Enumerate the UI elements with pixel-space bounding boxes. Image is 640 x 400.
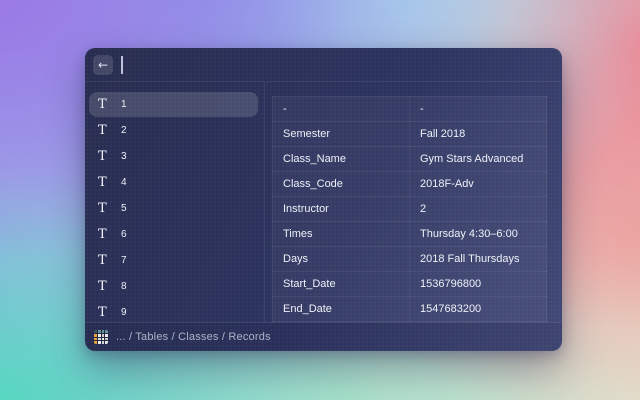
sidebar-item-label: 8 [121, 281, 127, 292]
app-grid-icon[interactable] [94, 330, 108, 344]
sidebar-item-record[interactable]: T 4 [89, 170, 258, 195]
field-name-cell[interactable]: Instructor [273, 197, 410, 222]
table-row: Start_Date 1536796800 [273, 272, 547, 297]
record-table-body: - - Semester Fall 2018 Class_Name Gym St… [273, 97, 547, 322]
table-row: End_Date 1547683200 [273, 297, 547, 322]
text-type-icon: T [98, 124, 114, 137]
text-type-icon: T [98, 280, 114, 293]
sidebar-item-label: 4 [121, 177, 127, 188]
sidebar-item-record[interactable]: T 3 [89, 144, 258, 169]
desktop-background: { "colors": { "window_bg_top": "#282d50"… [0, 0, 640, 400]
field-value-cell[interactable]: Thursday 4:30–6:00 [410, 222, 547, 247]
back-button[interactable]: ← [93, 55, 113, 75]
field-name-cell[interactable]: Times [273, 222, 410, 247]
field-value-cell[interactable]: 1547683200 [410, 297, 547, 322]
sidebar-list: T 1 T 2 T 3 T 4 T 5 T 6 T 7 T 8 T 9 [89, 92, 258, 325]
window-body: T 1 T 2 T 3 T 4 T 5 T 6 T 7 T 8 T 9 - - … [85, 82, 562, 322]
sidebar-item-record[interactable]: T 5 [89, 196, 258, 221]
table-row: Times Thursday 4:30–6:00 [273, 222, 547, 247]
field-value-cell[interactable]: 2 [410, 197, 547, 222]
table-row: - - [273, 97, 547, 122]
sidebar-item-record[interactable]: T 7 [89, 248, 258, 273]
title-input[interactable] [121, 53, 562, 77]
records-sidebar: T 1 T 2 T 3 T 4 T 5 T 6 T 7 T 8 T 9 [85, 82, 265, 322]
text-type-icon: T [98, 228, 114, 241]
field-name-cell[interactable]: Class_Name [273, 147, 410, 172]
sidebar-item-label: 2 [121, 125, 127, 136]
sidebar-item-label: 5 [121, 203, 127, 214]
field-name-cell[interactable]: Class_Code [273, 172, 410, 197]
table-row: Days 2018 Fall Thursdays [273, 247, 547, 272]
app-window: ← T 1 T 2 T 3 T 4 T 5 T 6 T 7 T 8 T 9 [85, 48, 562, 351]
text-cursor [121, 56, 123, 74]
field-value-cell[interactable]: - [410, 97, 547, 122]
window-statusbar: ... / Tables / Classes / Records [85, 322, 562, 351]
window-topbar: ← [85, 48, 562, 82]
field-value-cell[interactable]: Fall 2018 [410, 122, 547, 147]
text-type-icon: T [98, 176, 114, 189]
field-value-cell[interactable]: 2018F-Adv [410, 172, 547, 197]
table-row: Instructor 2 [273, 197, 547, 222]
field-name-cell[interactable]: Semester [273, 122, 410, 147]
sidebar-item-record[interactable]: T 1 [89, 92, 258, 117]
field-value-cell[interactable]: 1536796800 [410, 272, 547, 297]
record-detail-panel: - - Semester Fall 2018 Class_Name Gym St… [265, 82, 562, 322]
field-name-cell[interactable]: End_Date [273, 297, 410, 322]
text-type-icon: T [98, 306, 114, 319]
field-value-cell[interactable]: 2018 Fall Thursdays [410, 247, 547, 272]
table-row: Semester Fall 2018 [273, 122, 547, 147]
text-type-icon: T [98, 254, 114, 267]
field-name-cell[interactable]: - [273, 97, 410, 122]
text-type-icon: T [98, 98, 114, 111]
sidebar-item-label: 1 [121, 99, 127, 110]
sidebar-item-record[interactable]: T 6 [89, 222, 258, 247]
field-name-cell[interactable]: Start_Date [273, 272, 410, 297]
text-type-icon: T [98, 202, 114, 215]
record-table: - - Semester Fall 2018 Class_Name Gym St… [272, 96, 547, 322]
sidebar-item-label: 6 [121, 229, 127, 240]
table-row: Class_Name Gym Stars Advanced [273, 147, 547, 172]
text-type-icon: T [98, 150, 114, 163]
sidebar-item-label: 9 [121, 307, 127, 318]
breadcrumb[interactable]: ... / Tables / Classes / Records [116, 331, 271, 343]
field-value-cell[interactable]: Gym Stars Advanced [410, 147, 547, 172]
sidebar-item-label: 3 [121, 151, 127, 162]
sidebar-item-label: 7 [121, 255, 127, 266]
table-row: Class_Code 2018F-Adv [273, 172, 547, 197]
sidebar-item-record[interactable]: T 2 [89, 118, 258, 143]
sidebar-item-record[interactable]: T 8 [89, 274, 258, 299]
field-name-cell[interactable]: Days [273, 247, 410, 272]
